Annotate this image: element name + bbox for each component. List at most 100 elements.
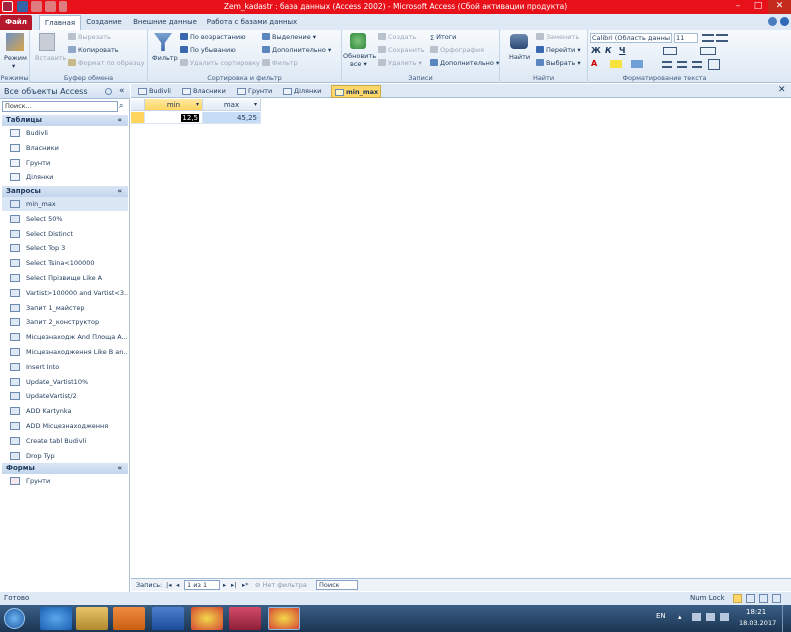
tab-create[interactable]: Создание [84,15,124,30]
find-button[interactable]: Найти [509,53,530,61]
refresh-all-sub[interactable]: все ▾ [350,60,367,68]
goto-button[interactable]: Перейти ▾ [536,46,581,54]
view-dropdown-icon[interactable]: ▾ [12,62,15,70]
paste-icon[interactable] [39,33,55,51]
volume-icon[interactable] [720,613,729,621]
nav-item-tables[interactable]: Budivli [2,126,128,140]
first-record-icon[interactable]: |◂ [166,579,171,591]
pivot-table-view-icon[interactable] [746,594,755,603]
file-explorer-icon[interactable] [76,607,108,630]
underline-icon[interactable]: Ч [619,46,625,55]
access-icon[interactable] [229,607,261,630]
tab-external-data[interactable]: Внешние данные [129,15,201,30]
numbered-list-icon[interactable] [716,34,728,42]
align-right-icon[interactable] [692,61,702,68]
nav-menu-icon[interactable] [105,88,112,95]
word-icon[interactable] [152,607,184,630]
show-desktop-button[interactable] [782,605,791,632]
cell-min[interactable]: 12,5 [145,112,203,124]
format-painter-button[interactable]: Формат по образцу [68,59,145,67]
category-queries[interactable]: Запросы « [2,186,128,197]
sql-view-icon[interactable] [772,594,781,603]
toggle-filter-button[interactable]: Фильтр [262,59,298,67]
column-header-min[interactable]: min ▾ [145,99,203,111]
cut-button[interactable]: Вырезать [68,33,111,41]
search-icon[interactable]: ⌕ [119,101,128,112]
clock-date[interactable]: 18.03.2017 [739,619,776,627]
flag-icon[interactable] [692,613,701,621]
next-record-icon[interactable]: ▸ [223,579,226,591]
record-position-input[interactable]: 1 из 1 [184,580,220,590]
nav-item-queries[interactable]: Create tabl Budivli [2,434,128,448]
refresh-all-button[interactable]: Обновить [343,52,376,60]
fill-color-icon[interactable] [631,60,643,68]
nav-item-tables[interactable]: Ділянки [2,170,128,184]
media-player-icon[interactable] [113,607,145,630]
nav-item-queries[interactable]: Місцезнаходж And Площа A... [2,330,128,344]
sort-descending-button[interactable]: По убыванию [180,46,236,54]
delete-record-button[interactable]: Удалить ▾ [378,59,422,67]
doc-tab-min-max[interactable]: min_max [331,85,381,98]
sort-ascending-button[interactable]: По возрастанию [180,33,246,41]
doc-tab-vlasnyky[interactable]: Власники [179,85,231,98]
font-name-select[interactable]: Calibri (Область данны [590,33,672,43]
alternate-row-color-icon[interactable] [708,59,720,70]
category-forms[interactable]: Формы « [2,463,128,474]
prev-record-icon[interactable]: ◂ [176,579,179,591]
list-icon[interactable] [702,34,714,42]
internet-explorer-icon[interactable] [40,607,72,630]
clock-time[interactable]: 18:21 [746,608,766,616]
nav-item-queries[interactable]: Vartist>100000 and Vartist<3... [2,286,128,300]
nav-item-queries[interactable]: Select Distinct [2,227,128,241]
maximize-icon[interactable]: □ [748,0,768,14]
filter-button[interactable]: Фильтр [152,54,178,62]
column-header-max[interactable]: max ▾ [203,99,261,111]
minimize-ribbon-icon[interactable] [768,17,777,26]
indent-icon[interactable] [663,47,677,55]
replace-button[interactable]: Заменить [536,33,579,41]
doc-tab-grunty[interactable]: Грунти [234,85,278,98]
new-record-button[interactable]: Создать [378,33,416,41]
nav-item-queries[interactable]: Select Прізвище Like A [2,271,128,285]
font-size-select[interactable]: 11 [674,33,698,43]
category-tables[interactable]: Таблицы « [2,115,128,126]
tab-database-tools[interactable]: Работа с базами данных [204,15,300,30]
align-left-icon[interactable] [662,61,672,68]
view-icon[interactable] [6,33,24,51]
chrome-active-icon[interactable] [268,607,300,630]
nav-item-queries[interactable]: Select Tsina<100000 [2,256,128,270]
last-record-icon[interactable]: ▸| [231,579,236,591]
advanced-filter-button[interactable]: Дополнительно ▾ [262,46,331,54]
remove-sort-button[interactable]: Удалить сортировку [180,59,260,67]
refresh-icon[interactable] [350,33,366,49]
binoculars-icon[interactable] [510,34,528,49]
spelling-button[interactable]: Орфография [430,46,484,54]
tab-file[interactable]: Файл [0,15,32,30]
close-icon[interactable]: ✕ [768,0,791,14]
nav-item-queries[interactable]: Запит 2_конструктор [2,315,128,329]
minimize-icon[interactable]: – [728,0,748,14]
no-filter-button[interactable]: ⊘ Нет фильтра [255,579,307,591]
help-icon[interactable] [780,17,789,26]
tray-expand-icon[interactable]: ▴ [678,613,682,621]
doc-tab-dilyanky[interactable]: Ділянки [280,85,328,98]
nav-item-forms[interactable]: Грунти [2,474,128,488]
copy-button[interactable]: Копировать [68,46,119,54]
font-color-icon[interactable]: A [591,59,597,68]
new-record-nav-icon[interactable]: ▸* [242,579,249,591]
pivot-chart-view-icon[interactable] [759,594,768,603]
nav-item-queries[interactable]: Insert Into [2,360,128,374]
nav-item-queries[interactable]: Update_Vartist10% [2,375,128,389]
totals-button[interactable]: Σ Итоги [430,33,456,42]
nav-item-queries[interactable]: Запит 1_майстер [2,301,128,315]
tab-home[interactable]: Главная [39,15,81,30]
filter-icon[interactable] [154,33,172,51]
bold-icon[interactable]: Ж [591,46,601,55]
select-all-corner[interactable] [131,99,145,111]
paste-button[interactable]: Вставить [35,54,66,62]
network-icon[interactable] [706,613,715,621]
italic-icon[interactable]: К [605,46,612,55]
view-button[interactable]: Режим [4,54,27,62]
cell-max[interactable]: 45,25 [203,112,261,124]
gridlines-icon[interactable] [700,47,716,55]
